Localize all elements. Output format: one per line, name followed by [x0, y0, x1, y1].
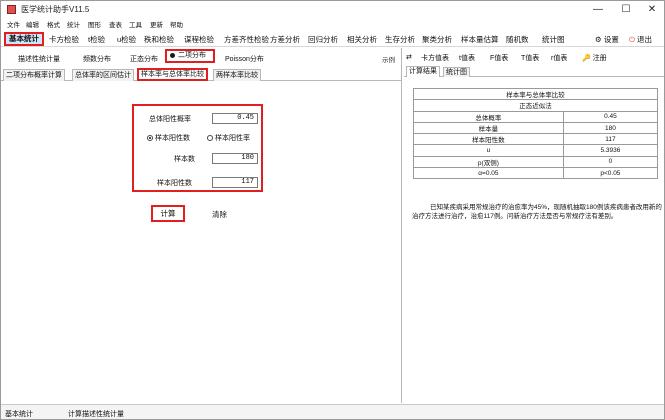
menu-graph[interactable]: 图形 [88, 19, 101, 29]
settings-button[interactable]: ⚙ 设置 [595, 34, 619, 45]
radio-sample-positive-count[interactable]: 样本阳性数 [147, 133, 190, 143]
toolbar-rank-sum[interactable]: 秩和检验 [144, 34, 174, 45]
example-link[interactable]: 示例 [382, 54, 395, 64]
t-table-button[interactable]: t值表 [459, 53, 475, 63]
subtab-poisson[interactable]: Poisson分布 [225, 54, 264, 64]
exit-button[interactable]: ⏻ 退出 [629, 34, 652, 45]
results-title: 样本率与总体率比较 [413, 87, 658, 101]
sample-size-input[interactable]: 180 [212, 153, 258, 164]
table-row: 样本量 180 [413, 121, 659, 135]
toolbar-cluster[interactable]: 聚类分析 [422, 34, 452, 45]
calculate-button[interactable]: 计算 [151, 205, 185, 222]
population-rate-input[interactable]: 0.45 [212, 113, 258, 124]
results-table: 样本率与总体率比较 正态近似法 总体概率 0.45 样本量 180 样本阳性数 117… [413, 87, 659, 180]
key-icon: 🔑 [582, 55, 591, 62]
toolbar-u-test[interactable]: u检验 [117, 34, 136, 45]
table-row: α=0.05 p<0.05 [413, 167, 659, 180]
menu-file[interactable]: 文件 [7, 19, 20, 29]
chi-square-table-button[interactable]: 卡方值表 [421, 53, 449, 63]
subtab-binomial[interactable]: 二项分布 [165, 49, 215, 63]
menu-bar: 文件 编辑 格式 统计 图形 查表 工具 更新 帮助 [1, 18, 664, 30]
menu-help[interactable]: 帮助 [170, 19, 183, 29]
window-title: 医学统计助手V11.5 [21, 5, 90, 14]
toolbar-variance-homogeneity[interactable]: 方差齐性检验 [224, 34, 269, 45]
table-row: u 5.3936 [413, 144, 659, 157]
gear-icon: ⚙ [595, 35, 602, 44]
toolbar-survival[interactable]: 生存分析 [385, 34, 415, 45]
close-button[interactable]: ✕ [641, 3, 663, 16]
maximize-button[interactable]: ☐ [615, 3, 637, 16]
r-table-button[interactable]: r值表 [551, 53, 567, 63]
radio-sample-positive-rate[interactable]: 样本阳性率 [207, 133, 250, 143]
app-window: 医学统计助手V11.5 — ☐ ✕ 文件 编辑 格式 统计 图形 查表 工具 更… [0, 0, 665, 420]
status-bar: 基本统计 计算描述性统计量 [1, 404, 664, 419]
toolbar-trend-test[interactable]: 谋程检验 [184, 34, 214, 45]
tab-interval-estimate[interactable]: 总体率的区间估计 [72, 69, 134, 81]
toolbar-chi-square[interactable]: 卡方检验 [49, 34, 79, 45]
menu-format[interactable]: 格式 [47, 19, 60, 29]
toolbar-sample-size[interactable]: 样本量估算 [461, 34, 499, 45]
sample-size-label: 样本数 [174, 156, 195, 163]
results-method: 正态近似法 [413, 99, 658, 112]
left-panel: 描述性统计量 频数分布 正态分布 二项分布 Poisson分布 示例 二项分布概… [1, 48, 402, 403]
menu-tools[interactable]: 工具 [129, 19, 142, 29]
tab-binomial-probability[interactable]: 二项分布概率计算 [3, 69, 65, 81]
result-tabs: 计算结果 统计图 [404, 66, 664, 77]
right-panel: ⇄ 卡方值表 t值表 F值表 T值表 r值表 🔑 注册 计算结果 统计图 样本率… [404, 48, 664, 403]
register-button[interactable]: 🔑 注册 [582, 53, 607, 63]
toolbar-stat-charts[interactable]: 统计图 [542, 34, 565, 45]
radio-off-icon [207, 135, 213, 142]
table-row: p(双侧) 0 [413, 155, 659, 169]
menu-update[interactable]: 更新 [150, 19, 163, 29]
subtab-frequency[interactable]: 频数分布 [83, 54, 111, 64]
tab-two-sample-rates[interactable]: 两样本率比较 [213, 69, 261, 81]
sample-positive-label: 样本阳性数 [157, 180, 192, 187]
T-table-button[interactable]: T值表 [521, 53, 539, 63]
toolbar-basic-statistics[interactable]: 基本统计 [4, 32, 44, 46]
selected-dot-icon [170, 52, 175, 58]
toolbar-anova[interactable]: 方差分析 [270, 34, 300, 45]
menu-edit[interactable]: 编辑 [26, 19, 39, 29]
swap-icon[interactable]: ⇄ [406, 53, 412, 61]
toolbar-regression[interactable]: 回归分析 [308, 34, 338, 45]
status-module: 基本统计 [5, 411, 33, 418]
menu-statistics[interactable]: 统计 [67, 19, 80, 29]
power-icon: ⏻ [629, 35, 635, 44]
title-bar: 医学统计助手V11.5 — ☐ ✕ [1, 1, 664, 18]
tab-chart[interactable]: 统计图 [443, 67, 470, 77]
menu-lookup[interactable]: 查表 [109, 19, 122, 29]
table-row: 样本阳性数 117 [413, 133, 659, 146]
toolbar-t-test[interactable]: t检验 [88, 34, 105, 45]
subtab-normal[interactable]: 正态分布 [130, 54, 158, 64]
toolbar-correlation[interactable]: 相关分析 [347, 34, 377, 45]
input-form: 总体阳性概率 0.45 样本阳性数 样本阳性率 样本数 180 样本阳性数 11… [132, 104, 263, 192]
tab-results[interactable]: 计算结果 [406, 66, 440, 77]
status-message: 计算描述性统计量 [68, 411, 124, 418]
minimize-button[interactable]: — [587, 3, 609, 16]
problem-description: 已知某疾病采用常规治疗的治愈率为45%，现随机抽取180例该疾病患者改用新的治疗… [412, 204, 662, 220]
f-table-button[interactable]: F值表 [490, 53, 508, 63]
clear-button[interactable]: 清除 [212, 209, 227, 220]
app-logo-icon [7, 5, 16, 14]
sample-positive-input[interactable]: 117 [212, 177, 258, 188]
toolbar-random-numbers[interactable]: 随机数 [506, 34, 529, 45]
tab-sample-vs-population[interactable]: 样本率与总体率比较 [137, 68, 208, 81]
population-rate-label: 总体阳性概率 [149, 116, 191, 123]
radio-on-icon [147, 135, 153, 142]
method-tabs: 二项分布概率计算 总体率的区间估计 样本率与总体率比较 两样本率比较 [1, 68, 401, 81]
subtab-descriptive[interactable]: 描述性统计量 [18, 54, 60, 64]
table-row: 总体概率 0.45 [413, 110, 659, 123]
main-toolbar: 基本统计 卡方检验 t检验 u检验 秩和检验 谋程检验 方差齐性检验 方差分析 … [1, 31, 664, 47]
